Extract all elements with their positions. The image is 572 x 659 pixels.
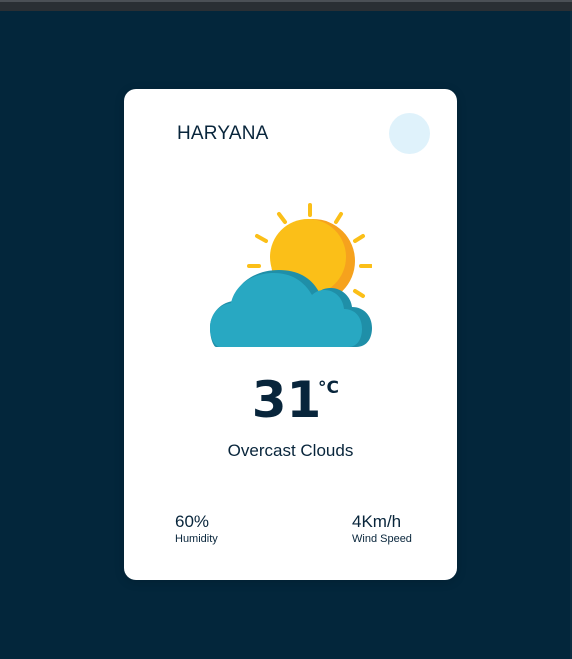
sun-behind-cloud-icon: [210, 203, 372, 347]
wind-speed-value: 4Km/h: [352, 512, 402, 531]
temperature-unit: °C: [318, 378, 339, 398]
weather-card: HARYANA 31 °C Overcast Clouds 60% Humidi…: [124, 89, 457, 580]
humidity-value: 60%: [175, 512, 210, 531]
wind-speed-label: Wind Speed: [352, 533, 412, 545]
temperature-value: 31: [251, 371, 322, 429]
browser-top-bar-accent: [0, 0, 572, 2]
humidity-label: Humidity: [175, 533, 218, 545]
temperature-row: 31: [124, 375, 457, 425]
city-name: HARYANA: [177, 123, 269, 144]
theme-toggle-button[interactable]: [389, 113, 430, 154]
weather-condition: Overcast Clouds: [227, 441, 354, 460]
browser-top-bar: [0, 0, 572, 11]
